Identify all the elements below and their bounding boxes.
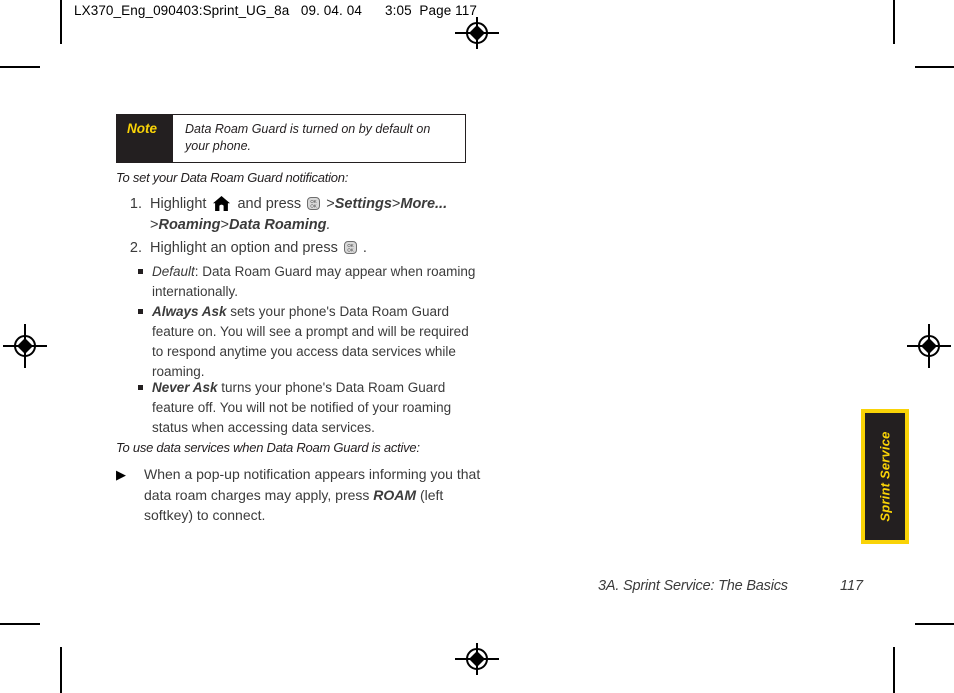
note-text: Data Roam Guard is turned on by default …: [185, 122, 431, 153]
list-item-text: Default: Data Roam Guard may appear when…: [152, 262, 478, 302]
list-item: Default: Data Roam Guard may appear when…: [138, 262, 478, 302]
crop-mark-bottom-right-vertical: [893, 647, 895, 693]
footer-chapter-title: 3A. Sprint Service: The Basics: [598, 578, 788, 594]
step-item: 2. Highlight an option and press OK OK .: [120, 238, 510, 259]
step-text-run: .: [326, 217, 331, 233]
square-bullet-icon: [138, 302, 152, 382]
procedure-heading-use-data-services: To use data services when Data Roam Guar…: [116, 440, 420, 455]
step-number: 2.: [129, 240, 142, 256]
side-thumb-tab-label: Sprint Service: [877, 431, 893, 522]
crop-mark-bottom-left-vertical: [60, 647, 62, 693]
list-item: ▶ When a pop-up notification appears inf…: [116, 464, 486, 526]
option-name: Always Ask: [152, 304, 227, 319]
crop-mark-top-right-horizontal: [915, 66, 954, 68]
crop-mark-top-right-vertical: [893, 0, 895, 44]
ok-key-icon: OK OK: [307, 196, 321, 210]
footer-page-number: 117: [840, 578, 864, 594]
list-item-text: When a pop-up notification appears infor…: [144, 464, 486, 526]
option-description: Data Roam Guard may appear when roaming …: [152, 264, 476, 299]
crop-mark-bottom-left-horizontal: [0, 623, 40, 625]
step-text-run: >: [220, 217, 229, 233]
crop-mark-top-left-vertical: [60, 0, 62, 44]
step-text-run: >: [322, 196, 335, 212]
registration-mark-bottom: [455, 637, 499, 681]
step-text-run: Highlight an option and press: [150, 240, 342, 256]
step-text: Highlight and press OK OK >Settings>More.…: [150, 194, 510, 236]
step-text-run: Highlight: [150, 196, 211, 212]
registration-mark-left: [3, 324, 47, 368]
note-box: Note Data Roam Guard is turned on by def…: [116, 114, 466, 163]
list-item: Never Ask turns your phone's Data Roam G…: [138, 378, 478, 438]
menu-path-roaming: Roaming: [158, 217, 221, 233]
square-bullet-icon: [138, 378, 152, 438]
menu-path-settings: Settings: [334, 196, 392, 212]
step-text: Highlight an option and press OK OK .: [150, 238, 510, 259]
menu-path-more: More...: [400, 196, 448, 212]
side-thumb-tab-sprint-service: Sprint Service: [861, 409, 909, 544]
home-icon: [213, 196, 231, 211]
running-head: LX370_Eng_090403:Sprint_UG_8a 09. 04. 04…: [74, 3, 478, 18]
step-item: 1. Highlight and press OK OK >Settings>Mo…: [120, 194, 510, 236]
menu-path-data-roaming: Data Roaming: [228, 217, 327, 233]
list-item: Always Ask sets your phone's Data Roam G…: [138, 302, 478, 382]
square-bullet-icon: [138, 262, 152, 302]
ok-key-icon: OK OK: [343, 240, 357, 254]
svg-text:OK: OK: [311, 204, 317, 209]
crop-mark-bottom-right-horizontal: [915, 623, 954, 625]
option-name: Default: [152, 264, 195, 279]
step-text-run: and press: [233, 196, 306, 212]
triangle-bullet-icon: ▶: [116, 467, 126, 482]
step-text-run: .: [358, 240, 367, 256]
step-number: 1.: [129, 196, 142, 212]
option-name: Never Ask: [152, 380, 218, 395]
list-item-text: Always Ask sets your phone's Data Roam G…: [152, 302, 478, 382]
registration-mark-right: [907, 324, 951, 368]
crop-mark-top-left-horizontal: [0, 66, 40, 68]
softkey-label-roam: ROAM: [373, 486, 417, 503]
list-item-text: Never Ask turns your phone's Data Roam G…: [152, 378, 478, 438]
note-label: Note: [117, 115, 173, 162]
svg-text:OK: OK: [347, 248, 353, 253]
procedure-heading-set-notification: To set your Data Roam Guard notification…: [116, 170, 349, 185]
